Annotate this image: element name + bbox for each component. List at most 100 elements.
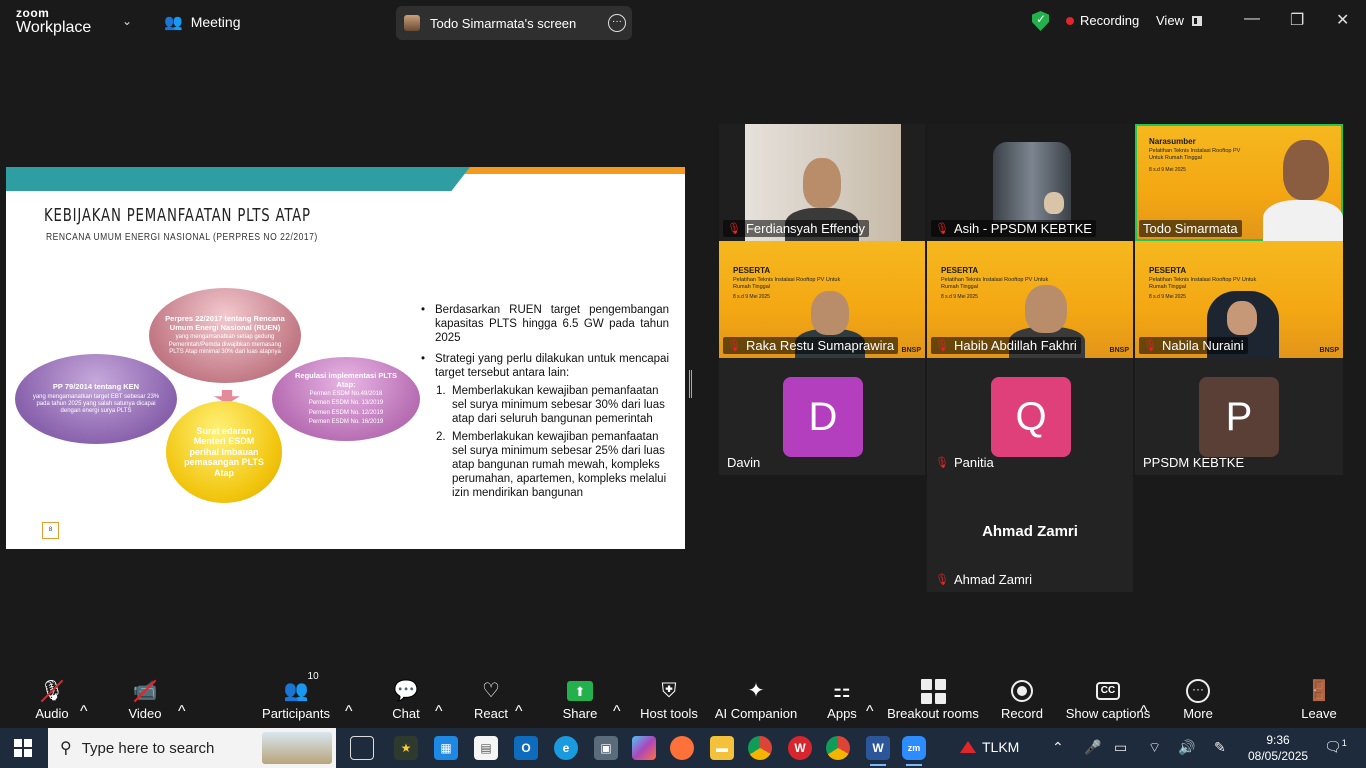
stock-ticker-label: TLKM: [982, 739, 1020, 755]
zoom-icon[interactable]: zm: [902, 736, 926, 766]
video-tile-panitia[interactable]: Q 🎙 Panitia: [927, 358, 1133, 475]
security-shield-icon[interactable]: [1032, 11, 1049, 31]
video-tile-todo[interactable]: Narasumber Pelatihan Teknis Instalasi Ro…: [1135, 124, 1343, 241]
heart-icon: ♡: [482, 680, 500, 702]
system-clock[interactable]: 9:36 08/05/2025: [1248, 732, 1308, 764]
share-label: Share: [562, 706, 598, 721]
chrome-icon[interactable]: [748, 736, 772, 760]
banner-date: 8 s.d 9 Mei 2025: [1149, 294, 1186, 300]
document-icon[interactable]: ▤: [474, 736, 498, 760]
chat-options-caret-icon[interactable]: ^: [435, 669, 443, 727]
audio-button[interactable]: 🎙 Audio: [34, 669, 70, 727]
video-tile-davin[interactable]: D Davin: [719, 358, 925, 475]
notification-icon[interactable]: 🗨1: [1324, 738, 1347, 756]
shield-icon: ⛨: [661, 680, 677, 702]
breakout-rooms-button[interactable]: Breakout rooms: [887, 669, 979, 727]
chrome-icon[interactable]: [826, 736, 850, 760]
person-face: [1227, 301, 1257, 335]
show-captions-label: Show captions: [1065, 706, 1151, 721]
participant-name-tag: PPSDM KEBTKE: [1139, 454, 1248, 471]
participants-options-caret-icon[interactable]: ^: [345, 669, 353, 727]
copilot-icon[interactable]: [632, 736, 656, 760]
person-face: [803, 158, 841, 208]
video-off-icon: 📹: [133, 676, 157, 706]
react-button[interactable]: ♡ React: [474, 669, 508, 727]
edge-icon[interactable]: e: [554, 736, 578, 760]
slide-subtitle: RENCANA UMUM ENERGI NASIONAL (PERPRES NO…: [46, 232, 318, 243]
ellipse-surat-heading: Surat edaran Menteri ESDM perihal imbaua…: [184, 426, 264, 478]
participant-name-tag: Davin: [723, 454, 764, 471]
video-tile-nabila[interactable]: PESERTA Pelatihan Teknis Instalasi Rooft…: [1135, 241, 1343, 358]
participants-button[interactable]: 👥 10 Participants: [262, 669, 330, 727]
regulasi-item: Permen ESDM No. 12/2019: [308, 409, 384, 416]
ai-companion-button[interactable]: ✦ AI Companion: [715, 669, 797, 727]
chevron-down-icon[interactable]: ⌄: [122, 14, 132, 28]
leave-button[interactable]: 🚪 Leave: [1301, 669, 1336, 727]
view-button[interactable]: View: [1156, 13, 1202, 28]
react-options-caret-icon[interactable]: ^: [515, 669, 523, 727]
panel-resize-handle[interactable]: [689, 370, 692, 398]
more-options-icon[interactable]: ···: [608, 14, 626, 32]
battery-icon[interactable]: ▭: [1114, 739, 1127, 756]
react-label: React: [474, 706, 508, 721]
person-body: [1263, 200, 1343, 241]
participant-name: Raka Restu Sumaprawira: [745, 338, 895, 353]
windows-icon[interactable]: [14, 739, 32, 757]
muted-mic-icon: 🎙: [935, 574, 949, 586]
microphone-icon[interactable]: 🎤: [1084, 739, 1101, 756]
apps-label: Apps: [827, 706, 857, 721]
share-options-caret-icon[interactable]: ^: [613, 669, 621, 727]
more-button[interactable]: ··· More: [1182, 669, 1214, 727]
video-tile-asih[interactable]: 🎙 Asih - PPSDM KEBTKE: [927, 124, 1133, 241]
video-tile-ahmad[interactable]: Ahmad Zamri 🎙 Ahmad Zamri: [927, 475, 1133, 592]
captions-options-caret-icon[interactable]: ^: [1140, 669, 1148, 727]
recording-indicator[interactable]: Recording: [1066, 13, 1139, 28]
participant-display-name: Ahmad Zamri: [982, 523, 1078, 540]
regulasi-item: Permen ESDM No.49/2018: [309, 391, 383, 398]
slide-title: KEBIJAKAN PEMANFAATAN PLTS ATAP: [44, 205, 311, 226]
minimize-icon[interactable]: —: [1244, 10, 1260, 28]
chevron-up-icon[interactable]: ⌃: [1052, 739, 1064, 756]
video-tile-raka[interactable]: PESERTA Pelatihan Teknis Instalasi Rooft…: [719, 241, 925, 358]
numbered-item-text: Memberlakukan kewajiban pemanfaatan sel …: [452, 385, 665, 426]
speaker-icon[interactable]: 🔊: [1178, 739, 1195, 756]
stock-ticker-widget[interactable]: TLKM: [960, 739, 1019, 755]
video-button[interactable]: 📹 Video: [126, 669, 164, 727]
word-icon[interactable]: W: [866, 736, 890, 766]
share-icon-wrapper: ⬆: [567, 676, 593, 706]
avatar: Q: [991, 377, 1071, 457]
close-icon[interactable]: ✕: [1336, 10, 1349, 30]
control-panel-icon[interactable]: ▣: [594, 736, 618, 760]
wps-office-icon[interactable]: W: [788, 736, 812, 760]
video-tile-ppsdm[interactable]: P PPSDM KEBTKE: [1135, 358, 1343, 475]
meeting-label: Meeting: [190, 14, 241, 30]
file-explorer-icon[interactable]: ▬: [710, 736, 734, 760]
meeting-info-button[interactable]: 👥 Meeting: [164, 13, 241, 31]
screen-capture-app-icon[interactable]: ★: [394, 736, 418, 760]
record-button[interactable]: Record: [1001, 669, 1043, 727]
store-icon[interactable]: ▦: [434, 736, 458, 760]
audio-options-caret-icon[interactable]: ^: [80, 669, 88, 727]
share-button[interactable]: ⬆ Share: [562, 669, 598, 727]
show-captions-button[interactable]: CC Show captions: [1065, 669, 1151, 727]
muted-mic-icon: 🎙: [935, 340, 949, 352]
taskbar-search[interactable]: ⚲ Type here to search: [48, 728, 336, 768]
outlook-icon[interactable]: O: [514, 736, 538, 760]
wifi-icon[interactable]: ⌔: [1148, 739, 1161, 757]
video-tile-habib[interactable]: PESERTA Pelatihan Teknis Instalasi Rooft…: [927, 241, 1133, 358]
screen-share-indicator[interactable]: Todo Simarmata's screen ···: [396, 6, 632, 40]
shared-screen[interactable]: KEBIJAKAN PEMANFAATAN PLTS ATAP RENCANA …: [6, 167, 685, 549]
participant-name: Todo Simarmata: [1143, 221, 1238, 236]
video-tile-ferdiansyah[interactable]: 🎙 Ferdiansyah Effendy: [719, 124, 925, 241]
apps-button[interactable]: ⚏ Apps: [826, 669, 858, 727]
zoom-logo[interactable]: zoom Workplace: [16, 7, 91, 36]
brand-top: zoom: [16, 6, 50, 20]
chat-button[interactable]: 💬 Chat: [390, 669, 422, 727]
video-options-caret-icon[interactable]: ^: [178, 669, 186, 727]
host-tools-button[interactable]: ⛨ Host tools: [640, 669, 698, 727]
pen-icon[interactable]: ✎: [1214, 739, 1226, 756]
firefox-icon[interactable]: [670, 736, 694, 760]
apps-options-caret-icon[interactable]: ^: [866, 669, 874, 727]
restore-icon[interactable]: ❐: [1290, 10, 1304, 30]
task-view-icon[interactable]: [350, 736, 374, 760]
